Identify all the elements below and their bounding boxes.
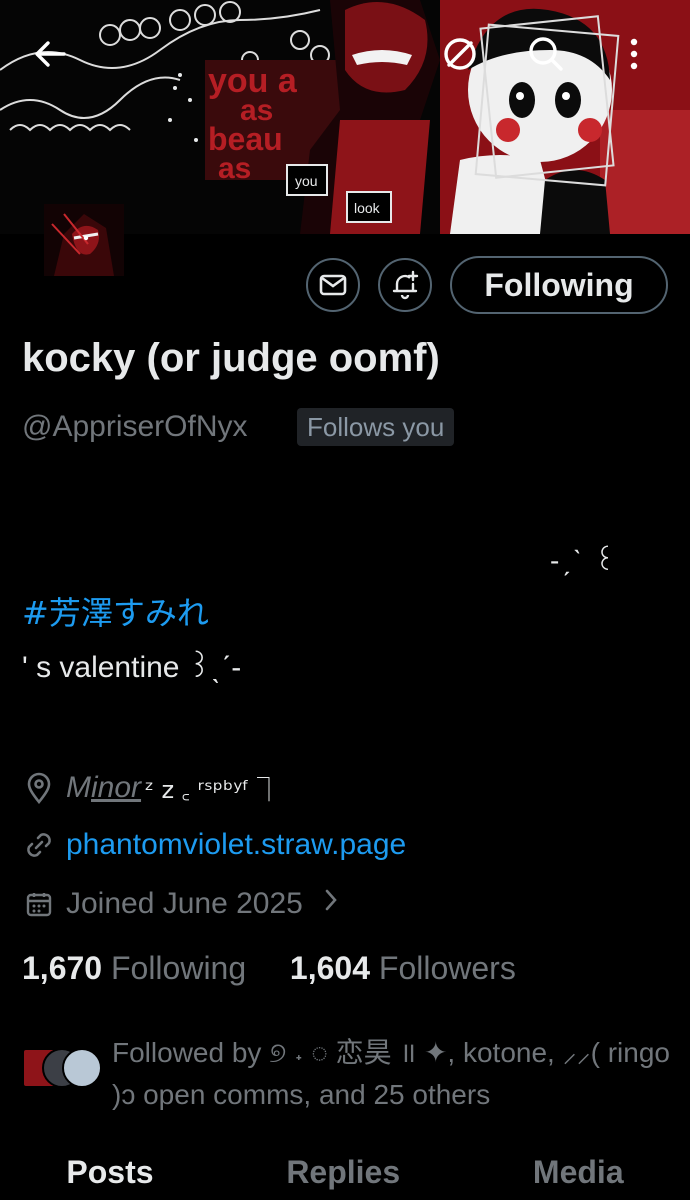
arrow-left-icon — [35, 41, 66, 67]
following-button[interactable]: Following — [450, 256, 668, 314]
followers-label: Followers — [378, 950, 516, 986]
more-vertical-icon — [630, 38, 638, 70]
tab-posts[interactable]: Posts — [66, 1146, 153, 1200]
search-icon — [529, 37, 563, 71]
location-row: Minor ᶻ z ꜀ ʳˢᵖᵇʸᶠ ⏋ — [22, 770, 281, 806]
banner-tag-look: look — [354, 200, 381, 216]
banner-art: you a as beau as you look — [0, 0, 690, 234]
envelope-icon — [319, 274, 347, 296]
location-decoration: ᶻ z ꜀ ʳˢᵖᵇʸᶠ ⏋ — [145, 776, 282, 804]
website-link[interactable]: phantomviolet.straw.page — [66, 828, 406, 862]
bio-decoration: -ˏˋ ꒰ — [550, 545, 618, 576]
banner-text-4: as — [218, 152, 251, 185]
following-stat[interactable]: 1,670 Following — [22, 950, 246, 986]
block-button[interactable] — [428, 22, 492, 86]
location-text: inor — [91, 771, 142, 804]
bio-hashtag-link[interactable]: #芳澤すみれ — [22, 588, 209, 634]
bell-plus-icon — [392, 270, 419, 300]
follows-you-badge: Follows you — [297, 408, 455, 446]
notify-button[interactable] — [378, 258, 432, 312]
avatar[interactable] — [44, 204, 124, 276]
follow-stats: 1,670 Following 1,604 Followers — [22, 950, 516, 987]
more-button[interactable] — [604, 22, 664, 86]
circle-slash-icon — [444, 38, 476, 70]
location-pin-icon — [22, 771, 56, 805]
followers-stat[interactable]: 1,604 Followers — [290, 950, 516, 986]
calendar-icon — [22, 887, 56, 921]
following-count: 1,670 — [22, 950, 103, 986]
follower-avatar — [62, 1048, 102, 1088]
followers-count: 1,604 — [289, 950, 370, 986]
banner-tag-you: you — [295, 173, 318, 189]
chevron-right-icon — [323, 886, 339, 922]
handle: @AppriserOfNyx — [22, 410, 248, 443]
joined-text: Joined June 2025 — [66, 887, 303, 920]
followed-by-text[interactable]: Followed by ୭ ˖ ◌ 恋昊 ॥ ✦, kotone, ⸝⸝( ri… — [112, 1032, 672, 1116]
location-prefix: M — [66, 771, 91, 804]
followed-by-avatars[interactable] — [22, 1046, 104, 1092]
back-button[interactable] — [18, 22, 82, 86]
display-name: kocky (or judge oomf) — [22, 336, 440, 380]
link-icon — [22, 828, 56, 862]
tab-media[interactable]: Media — [533, 1146, 624, 1200]
bio-text: ' s valentine ꒱ˎˊ- — [22, 651, 242, 684]
tab-replies[interactable]: Replies — [286, 1146, 400, 1200]
website-row: phantomviolet.straw.page — [22, 828, 406, 862]
joined-row[interactable]: Joined June 2025 — [22, 886, 339, 922]
following-label: Following — [110, 950, 247, 986]
profile-banner[interactable]: you a as beau as you look — [0, 0, 690, 234]
profile-tabs: Posts Replies Media — [0, 1146, 690, 1200]
message-button[interactable] — [306, 258, 360, 312]
search-button[interactable] — [514, 22, 578, 86]
avatar-image — [44, 204, 124, 276]
